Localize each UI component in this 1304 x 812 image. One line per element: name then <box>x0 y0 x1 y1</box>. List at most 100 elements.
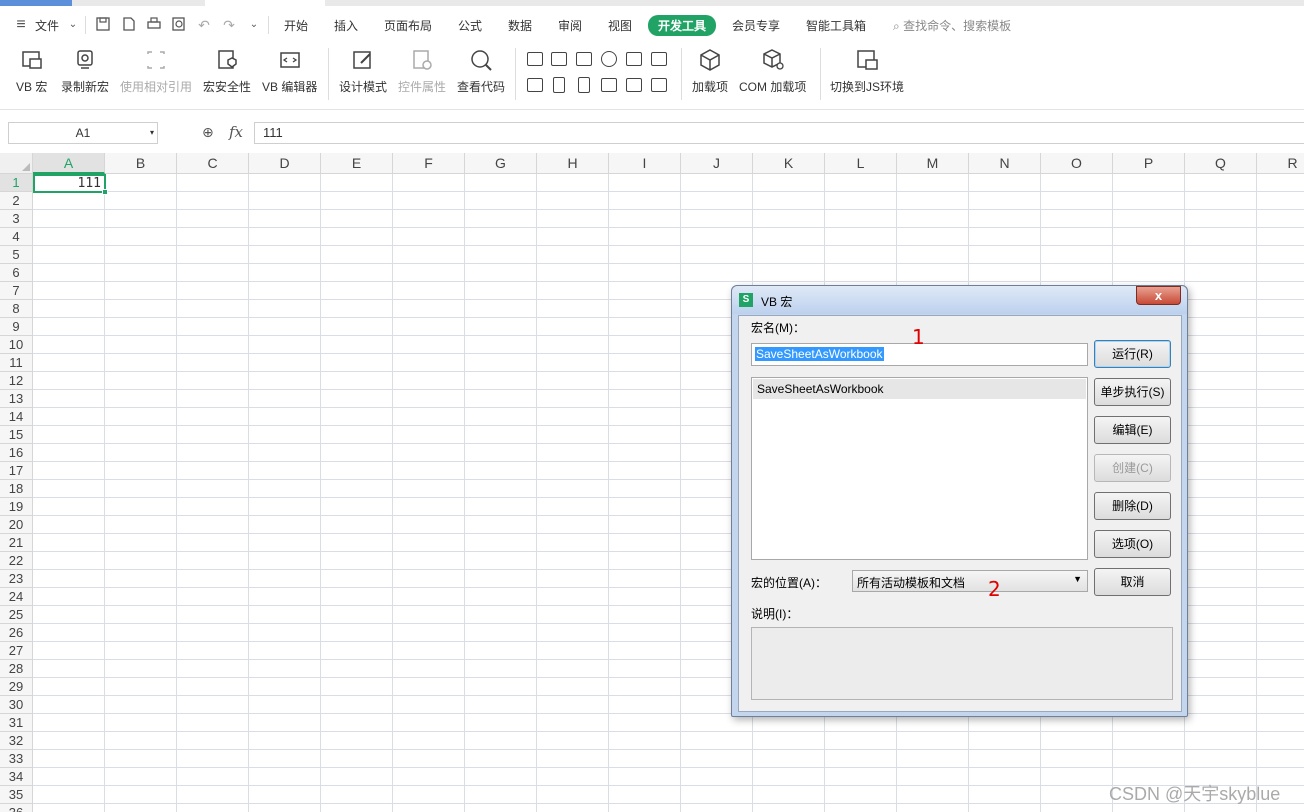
fill-handle[interactable] <box>102 189 108 195</box>
com-addins-button[interactable]: COM 加载项 <box>739 48 806 95</box>
row-header-7[interactable]: 7 <box>0 282 33 300</box>
undo-icon[interactable]: ↶ <box>195 16 213 34</box>
combobox-control-icon[interactable] <box>651 52 667 66</box>
macro-security-button[interactable]: 宏安全性 <box>203 48 251 95</box>
column-header-g[interactable]: G <box>465 153 537 174</box>
fx-icon[interactable]: fx <box>229 123 243 141</box>
row-header-16[interactable]: 16 <box>0 444 33 462</box>
image-control-icon[interactable] <box>626 78 642 92</box>
cell-a1[interactable]: 111 <box>33 174 106 193</box>
column-header-q[interactable]: Q <box>1185 153 1257 174</box>
listbox-control-icon[interactable] <box>626 52 642 66</box>
dialog-titlebar[interactable]: S VB 宏 x <box>732 286 1187 314</box>
row-header-27[interactable]: 27 <box>0 642 33 660</box>
row-header-15[interactable]: 15 <box>0 426 33 444</box>
row-header-29[interactable]: 29 <box>0 678 33 696</box>
row-header-23[interactable]: 23 <box>0 570 33 588</box>
row-header-2[interactable]: 2 <box>0 192 33 210</box>
column-header-l[interactable]: L <box>825 153 897 174</box>
vb-editor-button[interactable]: VB 编辑器 <box>262 48 317 95</box>
row-header-19[interactable]: 19 <box>0 498 33 516</box>
column-header-e[interactable]: E <box>321 153 393 174</box>
button-control-icon[interactable] <box>576 52 592 66</box>
zoom-formula-icon[interactable]: ⊕ <box>202 124 214 141</box>
row-header-21[interactable]: 21 <box>0 534 33 552</box>
column-header-b[interactable]: B <box>105 153 177 174</box>
print-icon[interactable] <box>145 16 163 34</box>
radio-control-icon[interactable] <box>601 51 617 67</box>
relative-reference-button[interactable]: 使用相对引用 <box>120 48 192 95</box>
spin-control-icon[interactable] <box>553 77 565 93</box>
macro-location-select[interactable]: 所有活动模板和文档 ▼ <box>852 570 1088 592</box>
column-header-m[interactable]: M <box>897 153 969 174</box>
row-header-14[interactable]: 14 <box>0 408 33 426</box>
row-header-30[interactable]: 30 <box>0 696 33 714</box>
row-header-11[interactable]: 11 <box>0 354 33 372</box>
options-button[interactable]: 选项(O) <box>1094 530 1171 558</box>
name-box[interactable]: A1 ▾ <box>8 122 158 144</box>
row-header-33[interactable]: 33 <box>0 750 33 768</box>
checkbox-control-icon[interactable] <box>527 52 543 66</box>
record-macro-button[interactable]: 录制新宏 <box>61 48 109 95</box>
print-preview-icon[interactable] <box>170 16 188 34</box>
hamburger-menu-icon[interactable]: ≡ <box>12 16 30 34</box>
row-header-13[interactable]: 13 <box>0 390 33 408</box>
close-button[interactable]: x <box>1136 286 1181 305</box>
tab-formulas[interactable]: 公式 <box>458 17 482 34</box>
textbox-control-icon[interactable] <box>551 52 567 66</box>
row-header-3[interactable]: 3 <box>0 210 33 228</box>
tab-membership[interactable]: 会员专享 <box>732 17 780 34</box>
row-header-18[interactable]: 18 <box>0 480 33 498</box>
column-header-i[interactable]: I <box>609 153 681 174</box>
tab-developer[interactable]: 开发工具 <box>648 15 717 36</box>
tab-review[interactable]: 审阅 <box>558 17 582 34</box>
row-header-36[interactable]: 36 <box>0 804 33 812</box>
chevron-down-icon[interactable]: ⌄ <box>64 16 82 34</box>
row-header-12[interactable]: 12 <box>0 372 33 390</box>
macro-list[interactable]: SaveSheetAsWorkbook <box>751 377 1088 560</box>
row-header-31[interactable]: 31 <box>0 714 33 732</box>
control-properties-button[interactable]: 控件属性 <box>398 48 446 95</box>
row-header-28[interactable]: 28 <box>0 660 33 678</box>
save-icon[interactable] <box>94 16 112 34</box>
row-header-5[interactable]: 5 <box>0 246 33 264</box>
column-header-r[interactable]: R <box>1257 153 1304 174</box>
chevron-down-icon[interactable]: ▾ <box>150 123 154 143</box>
tab-home[interactable]: 开始 <box>284 17 308 34</box>
column-header-o[interactable]: O <box>1041 153 1113 174</box>
tab-smart-toolbox[interactable]: 智能工具箱 <box>806 17 866 34</box>
column-header-k[interactable]: K <box>753 153 825 174</box>
label-control-icon[interactable] <box>601 78 617 92</box>
switch-js-button[interactable]: 切换到JS环境 <box>830 48 904 95</box>
customize-toolbar-icon[interactable]: ⌄ <box>245 16 263 34</box>
formula-input[interactable]: 111 <box>254 122 1304 144</box>
row-header-10[interactable]: 10 <box>0 336 33 354</box>
frame-control-icon[interactable] <box>651 78 667 92</box>
column-header-f[interactable]: F <box>393 153 465 174</box>
edit-button[interactable]: 编辑(E) <box>1094 416 1171 444</box>
step-into-button[interactable]: 单步执行(S) <box>1094 378 1171 406</box>
toggle-control-icon[interactable] <box>527 78 543 92</box>
row-header-25[interactable]: 25 <box>0 606 33 624</box>
row-header-1[interactable]: 1 <box>0 174 33 192</box>
command-search[interactable]: ⌕ 查找命令、搜索模板 <box>893 17 1011 34</box>
menu-file[interactable]: 文件 <box>35 17 59 34</box>
row-header-22[interactable]: 22 <box>0 552 33 570</box>
export-pdf-icon[interactable] <box>120 16 138 34</box>
view-code-button[interactable]: 查看代码 <box>457 48 505 95</box>
vb-macro-button[interactable]: VB 宏 <box>16 48 47 95</box>
row-header-6[interactable]: 6 <box>0 264 33 282</box>
column-header-a[interactable]: A <box>33 153 105 174</box>
row-header-26[interactable]: 26 <box>0 624 33 642</box>
tab-insert[interactable]: 插入 <box>334 17 358 34</box>
cancel-button[interactable]: 取消 <box>1094 568 1171 596</box>
column-header-h[interactable]: H <box>537 153 609 174</box>
run-button[interactable]: 运行(R) <box>1094 340 1171 368</box>
redo-icon[interactable]: ↷ <box>220 16 238 34</box>
column-header-d[interactable]: D <box>249 153 321 174</box>
create-button[interactable]: 创建(C) <box>1094 454 1171 482</box>
row-header-35[interactable]: 35 <box>0 786 33 804</box>
delete-button[interactable]: 删除(D) <box>1094 492 1171 520</box>
tab-page-layout[interactable]: 页面布局 <box>384 17 432 34</box>
design-mode-button[interactable]: 设计模式 <box>339 48 387 95</box>
